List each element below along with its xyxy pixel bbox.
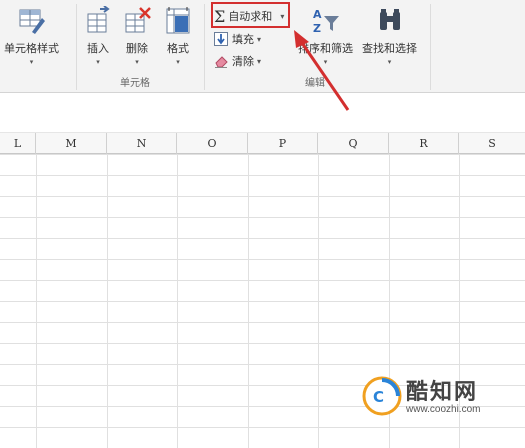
delete-label: 删除 [126, 42, 148, 55]
find-select-label: 查找和选择 [362, 42, 417, 55]
sort-filter-icon: A Z [312, 6, 340, 36]
chevron-down-icon: ▾ [257, 34, 262, 44]
column-header-o[interactable]: O [177, 133, 248, 154]
chevron-down-icon: ▾ [323, 58, 328, 66]
delete-button[interactable]: 删除 ▾ [123, 6, 151, 66]
delete-cells-icon [123, 6, 151, 36]
chevron-down-icon: ▾ [29, 58, 34, 66]
column-header-q[interactable]: Q [318, 133, 389, 154]
cell-styles-label: 单元格样式 [4, 42, 59, 55]
fill-button[interactable]: 填充 ▾ [214, 31, 261, 47]
group-separator [430, 4, 431, 90]
insert-label: 插入 [87, 42, 109, 55]
formula-bar-area [0, 93, 525, 133]
binoculars-icon [376, 6, 404, 36]
column-header-p[interactable]: P [248, 133, 318, 154]
format-button[interactable]: 格式 ▾ [164, 6, 192, 66]
cells-group-label: 单元格 [120, 78, 150, 89]
column-header-m[interactable]: M [36, 133, 107, 154]
chevron-down-icon: ▾ [387, 58, 392, 66]
column-header-l[interactable]: L [0, 133, 36, 154]
svg-text:A: A [313, 8, 322, 21]
insert-button[interactable]: 插入 ▾ [84, 5, 112, 66]
coozhi-logo-icon: C [362, 376, 402, 416]
grid-line [318, 154, 319, 448]
grid-line [177, 154, 178, 448]
fill-down-icon [214, 32, 228, 46]
chevron-down-icon: ▾ [176, 58, 180, 66]
chevron-down-icon: ▾ [135, 58, 139, 66]
grid-line [36, 154, 37, 448]
chevron-down-icon: ▾ [96, 58, 100, 66]
format-cells-icon [164, 6, 192, 36]
format-label: 格式 [167, 42, 189, 55]
watermark-url: www.coozhi.com [406, 404, 481, 415]
group-separator [76, 4, 77, 90]
watermark-title: 酷知网 [406, 380, 479, 405]
autosum-highlight-box [211, 2, 290, 28]
clear-button[interactable]: 清除 ▾ [214, 53, 261, 69]
group-separator [204, 4, 205, 90]
column-header-n[interactable]: N [107, 133, 177, 154]
chevron-down-icon: ▾ [257, 56, 262, 66]
svg-text:Z: Z [313, 22, 321, 35]
cell-styles-icon [18, 6, 46, 36]
watermark: C 酷知网 www.coozhi.com [362, 370, 522, 430]
find-select-button[interactable]: 查找和选择 ▾ [362, 6, 417, 66]
ribbon: 单元格样式 ▾ 插入 ▾ 删除 ▾ 格式 ▾ 单元格 Σ 自动求和 ▾ 填充 ▾… [0, 0, 525, 93]
sort-filter-button[interactable]: A Z 排序和筛选 ▾ [298, 6, 353, 66]
fill-label: 填充 [232, 33, 254, 46]
eraser-icon [214, 54, 228, 68]
editing-group-label: 编辑 [305, 78, 325, 89]
insert-cells-icon [84, 5, 112, 36]
clear-label: 清除 [232, 55, 254, 68]
cell-styles-button[interactable]: 单元格样式 ▾ [4, 6, 59, 66]
sort-filter-label: 排序和筛选 [298, 42, 353, 55]
svg-text:C: C [373, 388, 384, 406]
grid-line [248, 154, 249, 448]
grid-line [107, 154, 108, 448]
column-header-r[interactable]: R [389, 133, 459, 154]
column-header-s[interactable]: S [459, 133, 525, 154]
column-header-row: L M N O P Q R S [0, 133, 525, 154]
